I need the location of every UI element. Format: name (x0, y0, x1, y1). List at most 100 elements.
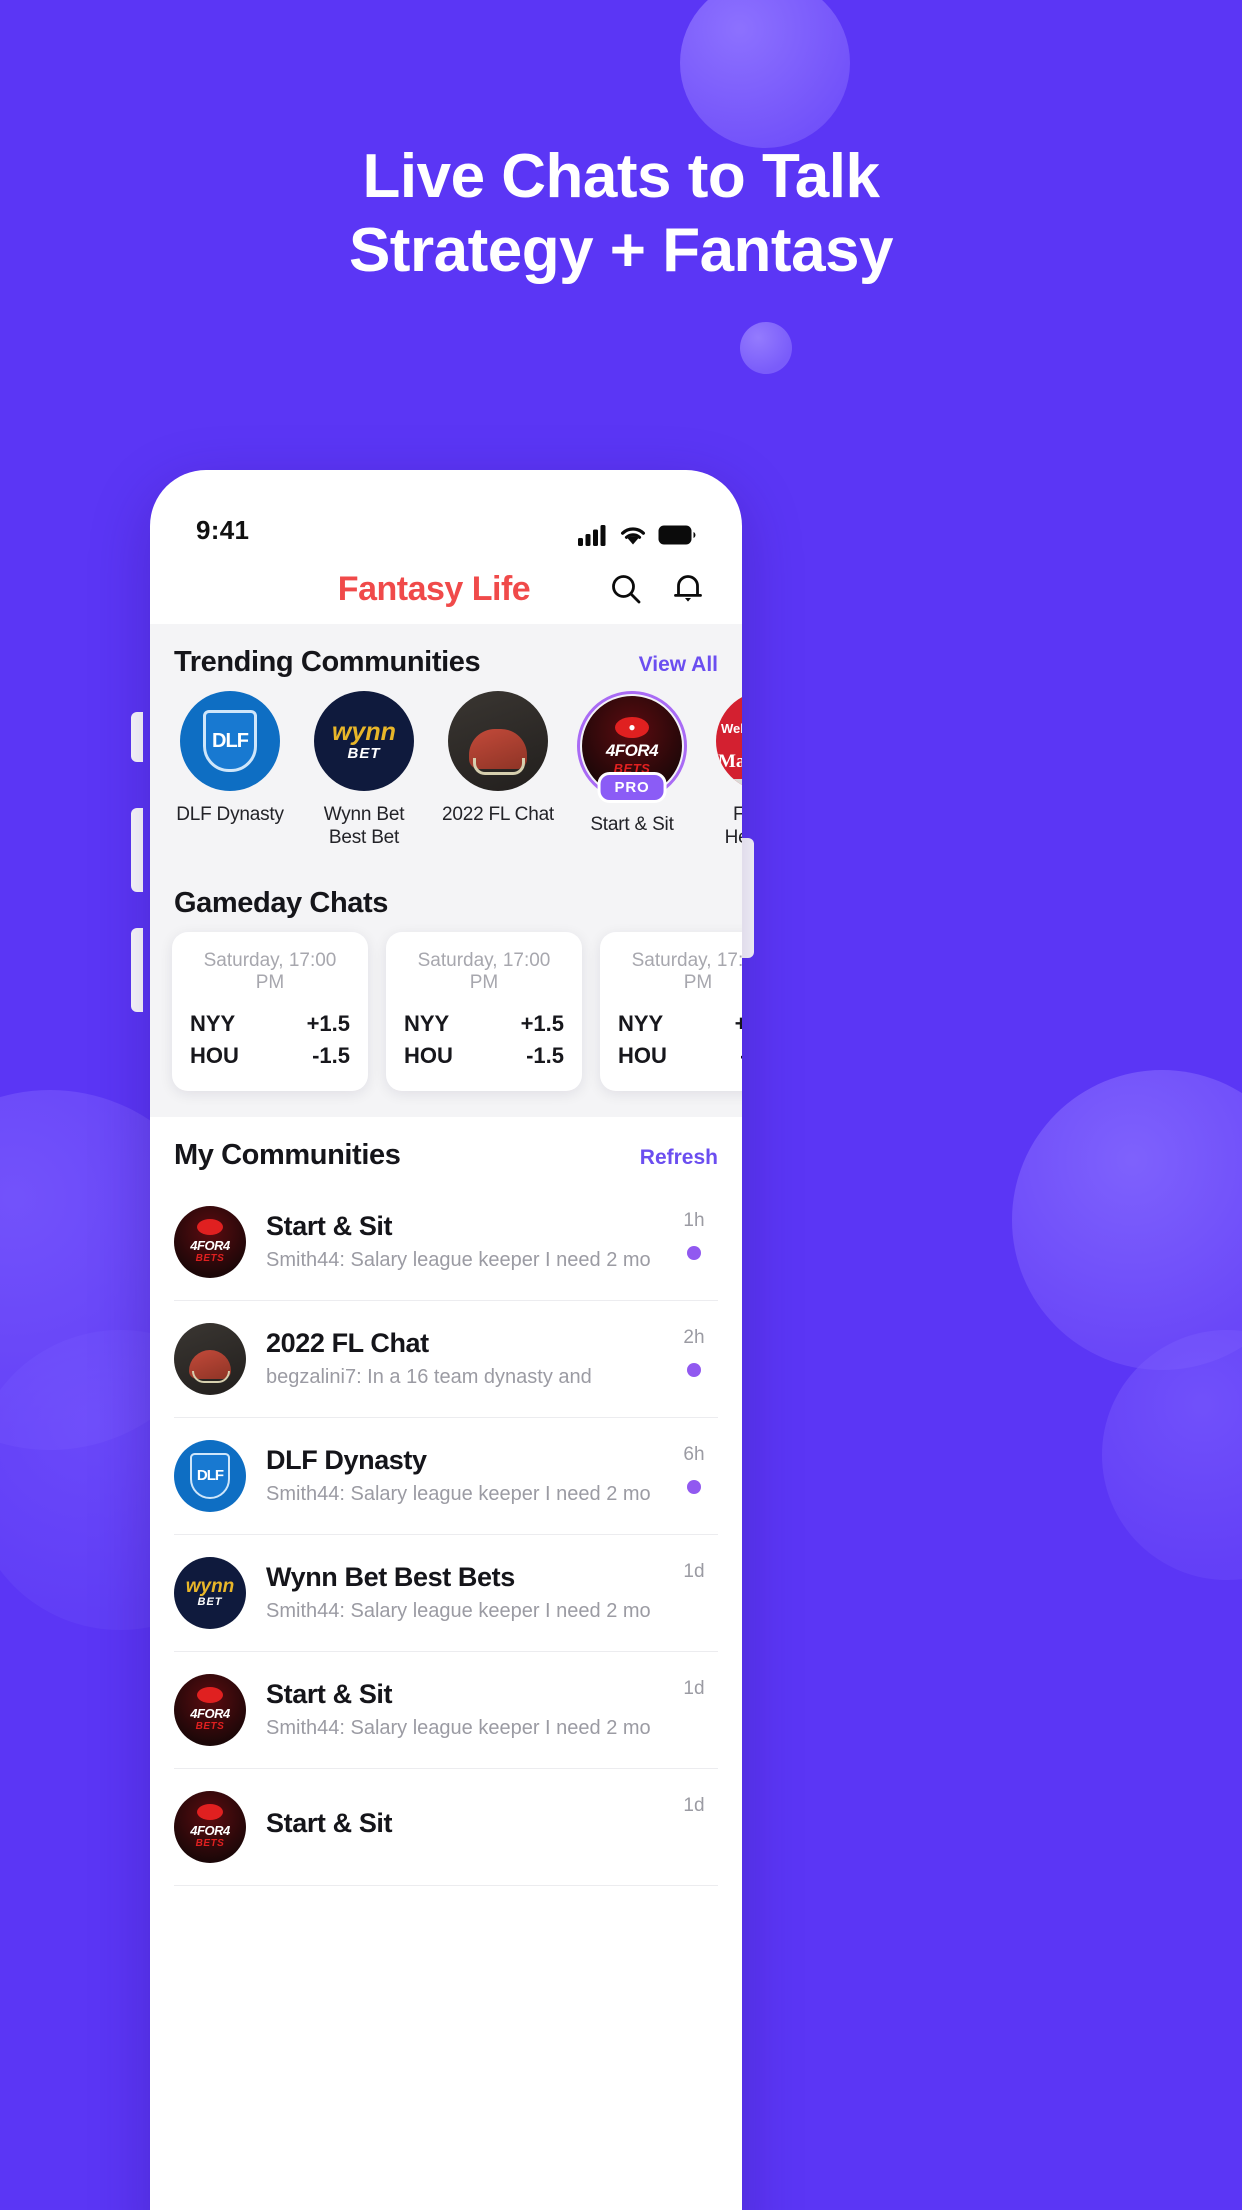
wifi-icon (621, 526, 645, 544)
list-item[interactable]: 4FOR4 BETS Start & Sit Smith44: Salary l… (174, 1652, 718, 1769)
football-pulse-icon (197, 1687, 223, 1704)
gameday-away-team: NYY (404, 1011, 450, 1037)
manchester-news-photo-icon: Welcome back to Manchester (716, 691, 742, 791)
list-item-main: Wynn Bet Best Bets Smith44: Salary leagu… (266, 1562, 650, 1623)
battery-icon (658, 525, 696, 545)
notifications-button[interactable] (670, 571, 706, 607)
football-helmet-graphic (189, 1350, 231, 1384)
trending-item-2022-fl-chat[interactable]: 2022 FL Chat (440, 691, 556, 849)
bets-word: BETS (195, 1721, 225, 1733)
gameday-time: Saturday, 17:00 PM (631, 950, 742, 994)
gameday-card[interactable]: Saturday, 17:00 PM NYY +1.5 HOU -1.5 (600, 932, 742, 1091)
trending-item-label: Start & Sit (590, 814, 674, 835)
promo-headline: Live Chats to Talk Strategy + Fantasy (0, 140, 1242, 288)
gameday-title: Gameday Chats (174, 887, 388, 920)
trending-title: Trending Communities (174, 646, 481, 678)
list-item-timestamp: 2h (683, 1326, 705, 1348)
my-communities-section: My Communities Refresh 4FOR4 BETS Start … (150, 1116, 742, 1886)
list-item-meta: 2h (670, 1323, 718, 1377)
list-item[interactable]: 2022 FL Chat begzalini7: In a 16 team dy… (174, 1301, 718, 1418)
trending-item-wynn-bet[interactable]: wynn BET Wynn Bet Best Bet (306, 691, 422, 849)
list-item-main: Start & Sit Smith44: Salary league keepe… (266, 1679, 650, 1740)
bubble-top-right (680, 0, 850, 148)
helmet-photo-icon (174, 1322, 246, 1395)
list-item-title: Start & Sit (266, 1211, 393, 1242)
list-item-title: Start & Sit (266, 1679, 393, 1710)
my-communities-title: My Communities (174, 1138, 401, 1171)
gameday-home-row: HOU -1.5 (190, 1040, 350, 1071)
pro-badge: PRO (597, 772, 667, 804)
list-item-preview: begzalini7: In a 16 team dynasty and (266, 1366, 592, 1389)
search-icon (612, 575, 641, 604)
list-item-main: Start & Sit (266, 1808, 650, 1846)
4for4-word: 4FOR4 (605, 740, 659, 760)
search-button[interactable] (608, 571, 644, 607)
list-item-timestamp: 6h (683, 1443, 705, 1465)
discover-section: Trending Communities View All DLF DLF Dy… (150, 624, 742, 1117)
wynn-word: wynn (185, 1576, 235, 1598)
trending-item-label: Football Headlines (724, 804, 742, 849)
manu-kicker: Welcome back to (720, 721, 742, 736)
bets-word: BETS (195, 1253, 225, 1265)
list-item-meta: 1h (670, 1206, 718, 1260)
bet-word: BET (347, 745, 381, 762)
gameday-card[interactable]: Saturday, 17:00 PM NYY +1.5 HOU -1.5 (386, 932, 582, 1091)
unread-dot (687, 1362, 701, 1377)
status-time: 9:41 (196, 515, 250, 545)
gameday-away-line: +1.5 (520, 1011, 564, 1037)
gameday-chats-carousel[interactable]: Saturday, 17:00 PM NYY +1.5 HOU -1.5 Sat… (150, 932, 742, 1116)
phone-mute-switch (131, 712, 143, 762)
trending-item-dlf-dynasty[interactable]: DLF DLF Dynasty (172, 691, 288, 849)
4for4-word: 4FOR4 (190, 1706, 230, 1722)
gameday-away-row: NYY +1.5 (190, 1008, 350, 1039)
trending-view-all-link[interactable]: View All (639, 653, 718, 677)
list-item-preview: Smith44: Salary league keeper I need 2 m… (266, 1249, 650, 1272)
headline-line-2: Strategy + Fantasy (348, 215, 894, 285)
list-item-preview: Smith44: Salary league keeper I need 2 m… (266, 1600, 650, 1623)
list-item-meta: 6h (670, 1440, 718, 1494)
app-header: Fantasy Life (150, 554, 742, 624)
list-item[interactable]: 4FOR4 BETS Start & Sit Smith44: Salary l… (174, 1184, 718, 1301)
football-pulse-icon: ● (615, 716, 649, 738)
unread-dot (687, 1479, 701, 1494)
gameday-home-team: HOU (404, 1042, 453, 1068)
gameday-header: Gameday Chats (150, 865, 742, 932)
gameday-home-line: -1.5 (526, 1042, 564, 1068)
page-title: Fantasy Life (337, 569, 531, 608)
dlf-logo-icon: DLF (174, 1439, 246, 1512)
list-item-meta: 1d (670, 1791, 718, 1845)
list-item[interactable]: wynn BET Wynn Bet Best Bets Smith44: Sal… (174, 1535, 718, 1652)
trending-item-label: 2022 FL Chat (441, 804, 555, 825)
gameday-away-team: NYY (618, 1011, 664, 1037)
gameday-time: Saturday, 17:00 PM (203, 950, 337, 994)
gameday-away-row: NYY +1.5 (618, 1008, 742, 1039)
bubble-bottom-right-2 (1102, 1330, 1242, 1580)
list-item-main: Start & Sit Smith44: Salary league keepe… (266, 1211, 650, 1272)
unread-dot (687, 1245, 701, 1260)
list-item-title: Wynn Bet Best Bets (266, 1562, 515, 1593)
gameday-card[interactable]: Saturday, 17:00 PM NYY +1.5 HOU -1.5 (172, 932, 368, 1091)
my-communities-header: My Communities Refresh (150, 1117, 742, 1184)
phone-volume-down-button (131, 928, 143, 1012)
list-item[interactable]: DLF DLF Dynasty Smith44: Salary league k… (174, 1418, 718, 1535)
list-item-timestamp: 1d (683, 1794, 705, 1816)
refresh-link[interactable]: Refresh (640, 1146, 718, 1170)
trending-communities-carousel[interactable]: DLF DLF Dynasty wynn BET Wynn Bet Best B… (150, 691, 742, 865)
gameday-away-line: +1.5 (734, 1011, 742, 1037)
gameday-time: Saturday, 17:00 PM (417, 950, 551, 994)
list-item-timestamp: 1d (683, 1677, 705, 1699)
list-item[interactable]: 4FOR4 BETS Start & Sit 1d (174, 1769, 718, 1886)
trending-item-football-headlines[interactable]: Welcome back to Manchester Football Head… (708, 691, 742, 849)
wynnbet-logo-icon: wynn BET (174, 1556, 246, 1629)
4for4-word: 4FOR4 (190, 1823, 230, 1839)
gameday-home-row: HOU -1.5 (618, 1040, 742, 1071)
football-pulse-icon (197, 1219, 223, 1236)
dlf-shield-text: DLF (203, 710, 257, 772)
4for4-bets-logo-icon: 4FOR4 BETS (174, 1205, 246, 1278)
phone-power-button (742, 838, 754, 958)
list-item-meta: 1d (670, 1674, 718, 1728)
phone-volume-up-button (131, 808, 143, 892)
status-icons (578, 524, 696, 546)
trending-item-start-and-sit[interactable]: ● 4FOR4 BETS PRO Start & Sit (574, 691, 690, 849)
list-item-meta: 1d (670, 1557, 718, 1611)
